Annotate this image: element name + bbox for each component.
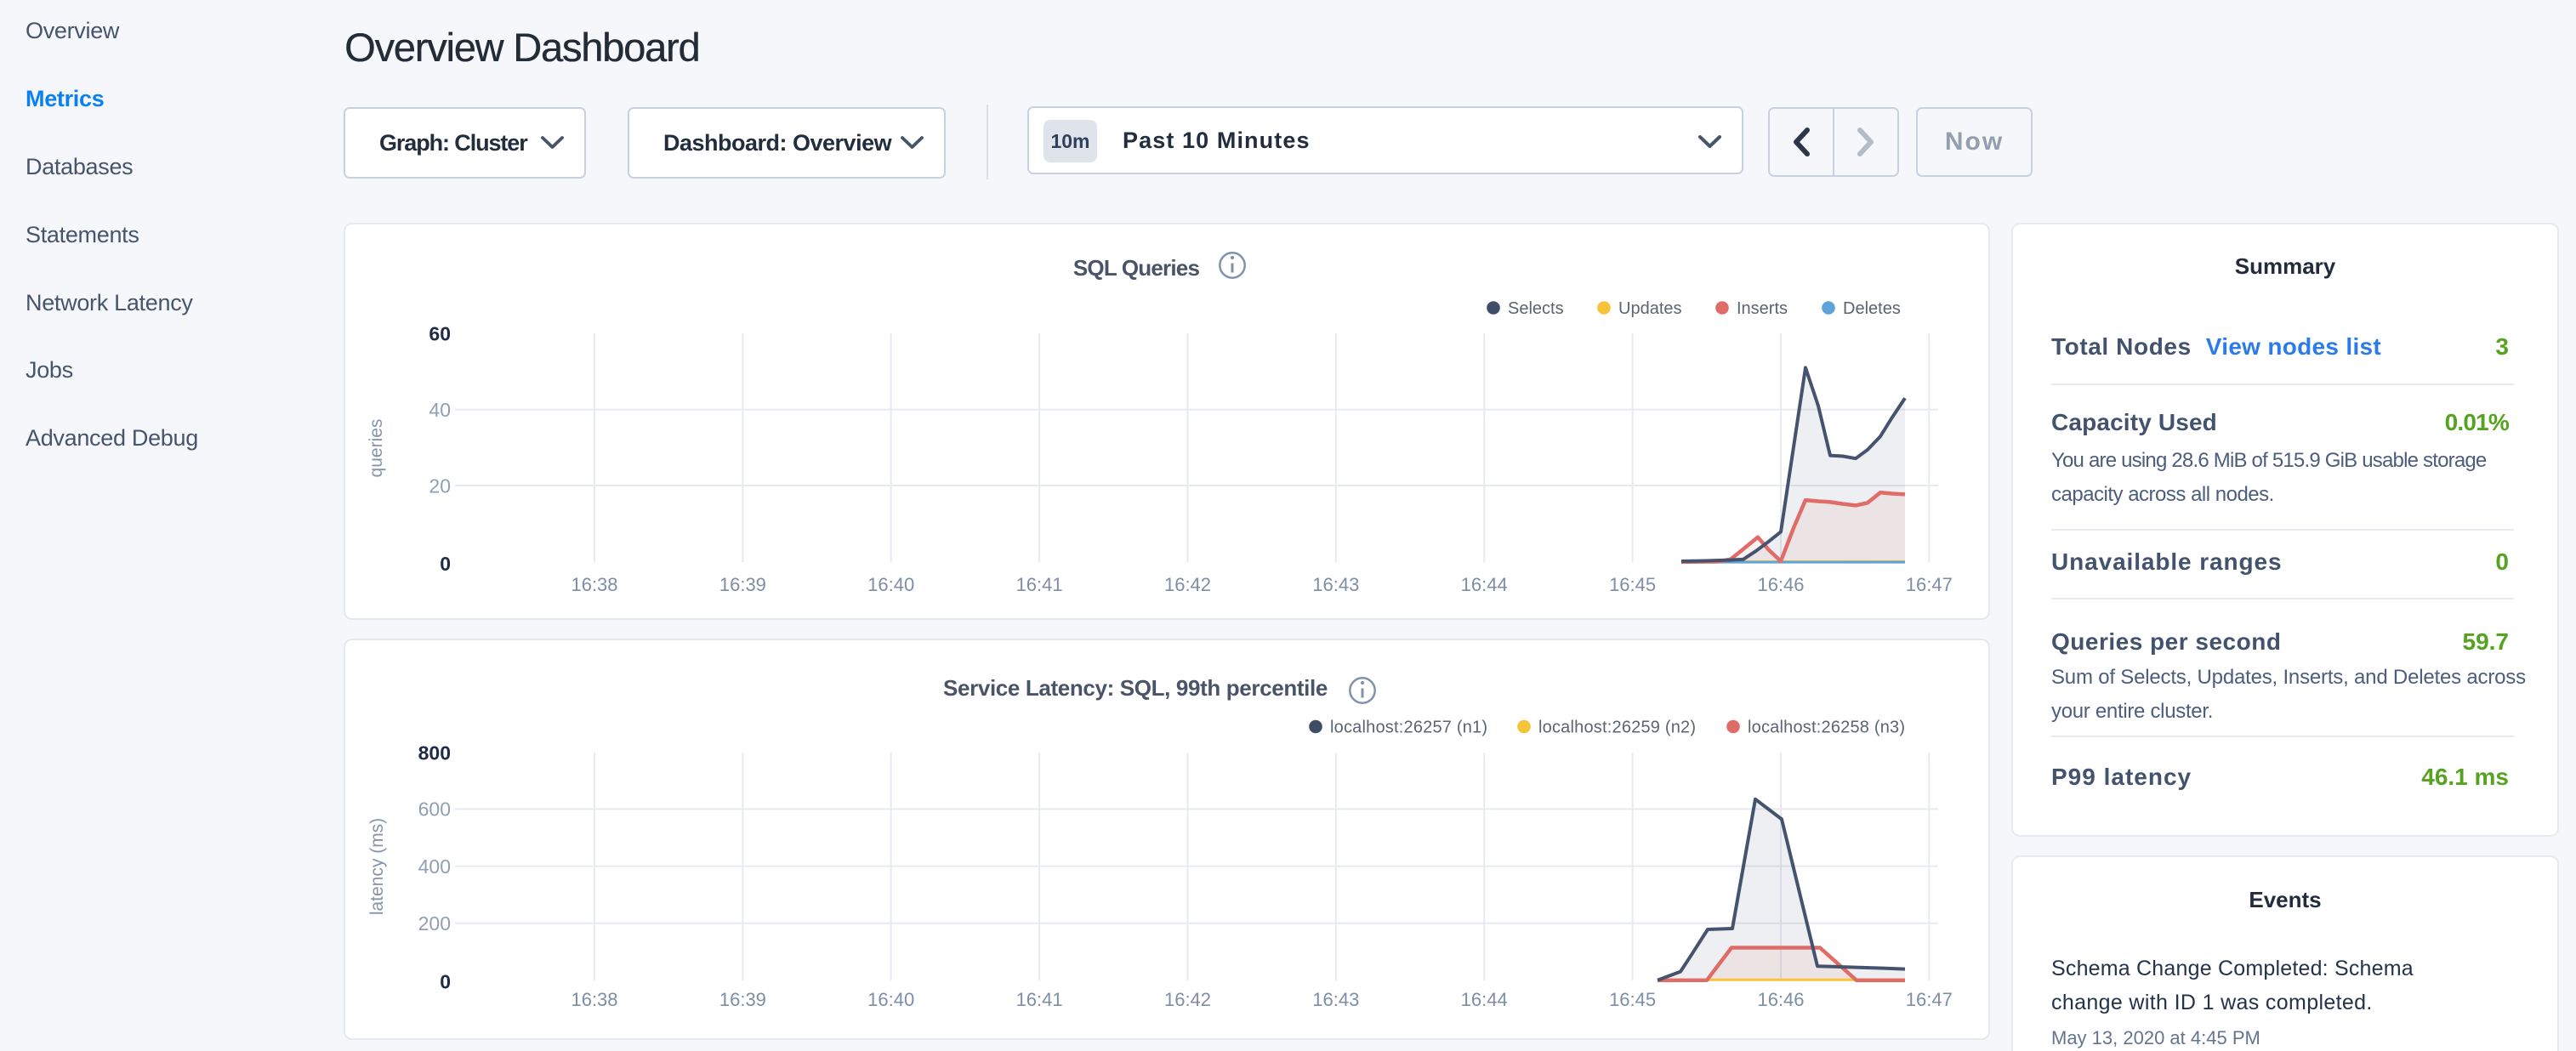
svg-text:16:47: 16:47 <box>1906 574 1953 595</box>
svg-text:16:44: 16:44 <box>1461 989 1508 1010</box>
svg-text:16:45: 16:45 <box>1609 989 1656 1010</box>
svg-text:16:42: 16:42 <box>1164 989 1211 1010</box>
svg-text:16:38: 16:38 <box>571 574 617 595</box>
svg-text:16:46: 16:46 <box>1757 574 1804 595</box>
svg-text:Deletes: Deletes <box>1843 299 1901 318</box>
svg-text:16:41: 16:41 <box>1016 989 1063 1010</box>
svg-text:0: 0 <box>440 970 451 992</box>
svg-text:20: 20 <box>429 474 451 497</box>
svg-text:200: 200 <box>418 912 451 935</box>
svg-text:16:41: 16:41 <box>1016 574 1063 595</box>
svg-text:16:40: 16:40 <box>867 574 914 595</box>
svg-text:Service Latency: SQL, 99th per: Service Latency: SQL, 99th percentile <box>943 675 1328 701</box>
svg-text:Selects: Selects <box>1508 299 1564 318</box>
svg-text:16:47: 16:47 <box>1906 989 1953 1010</box>
svg-text:16:45: 16:45 <box>1609 574 1656 595</box>
svg-text:localhost:26258 (n3): localhost:26258 (n3) <box>1748 719 1905 737</box>
svg-text:800: 800 <box>418 741 451 764</box>
svg-text:40: 40 <box>429 399 451 421</box>
svg-text:queries: queries <box>367 419 386 478</box>
svg-text:60: 60 <box>429 323 451 345</box>
svg-text:16:43: 16:43 <box>1312 574 1359 595</box>
svg-text:16:43: 16:43 <box>1312 989 1359 1010</box>
svg-text:Updates: Updates <box>1618 299 1682 318</box>
svg-text:16:42: 16:42 <box>1164 574 1211 595</box>
svg-text:16:38: 16:38 <box>571 989 617 1010</box>
svg-text:16:46: 16:46 <box>1757 989 1804 1010</box>
svg-text:600: 600 <box>418 798 451 821</box>
svg-text:0: 0 <box>440 553 451 575</box>
svg-text:16:39: 16:39 <box>719 989 766 1010</box>
svg-text:SQL Queries: SQL Queries <box>1073 255 1200 281</box>
svg-text:Inserts: Inserts <box>1737 299 1788 318</box>
svg-text:16:40: 16:40 <box>867 989 914 1010</box>
svg-text:localhost:26259 (n2): localhost:26259 (n2) <box>1538 719 1696 737</box>
svg-text:latency (ms): latency (ms) <box>367 818 387 915</box>
svg-text:16:44: 16:44 <box>1461 574 1508 595</box>
svg-text:16:39: 16:39 <box>719 574 766 595</box>
svg-text:localhost:26257 (n1): localhost:26257 (n1) <box>1330 719 1487 737</box>
svg-text:400: 400 <box>418 855 451 878</box>
